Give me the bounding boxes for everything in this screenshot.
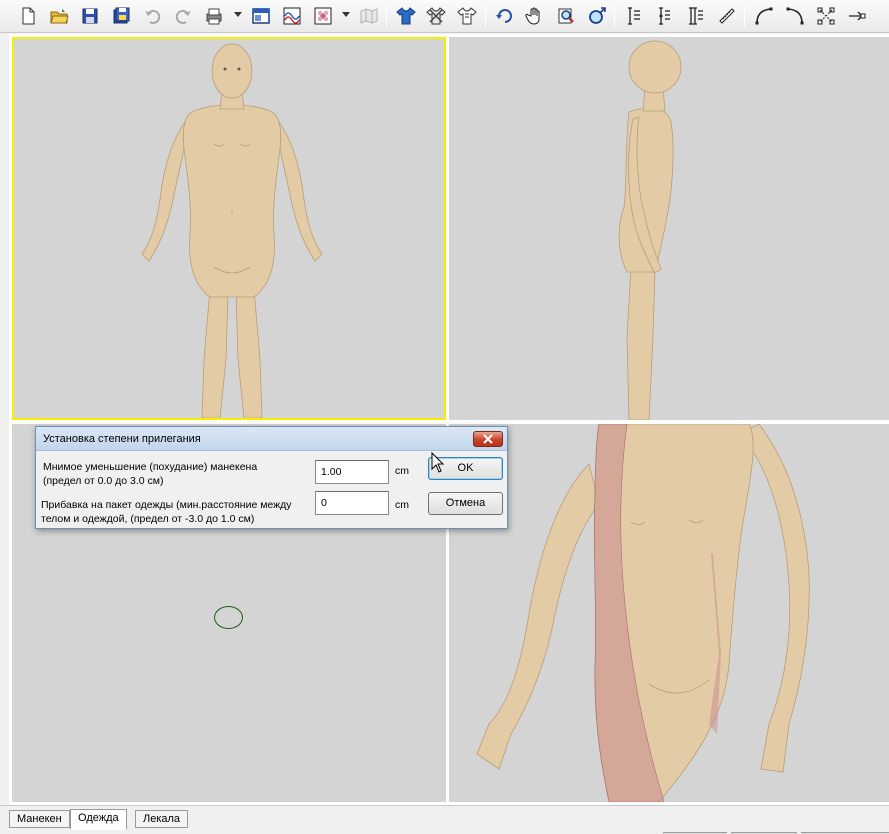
allowance-label: Прибавка на пакет одежды (мин.расстояние…	[41, 499, 292, 511]
print-dropdown-icon[interactable]	[234, 12, 242, 17]
single-view-icon[interactable]	[249, 4, 273, 28]
shirt-tools-icon[interactable]	[424, 4, 448, 28]
redo-icon[interactable]	[171, 4, 195, 28]
rotate-icon[interactable]	[493, 4, 517, 28]
mannequin-front-view	[141, 43, 323, 418]
curve-right-icon[interactable]	[783, 4, 807, 28]
tab-patterns[interactable]: Лекала	[135, 810, 189, 828]
points-icon[interactable]	[814, 4, 838, 28]
dialog-titlebar[interactable]: Установка степени прилегания	[36, 427, 507, 451]
viewport-front[interactable]	[12, 37, 446, 420]
print-icon[interactable]	[202, 4, 226, 28]
main-toolbar	[0, 0, 889, 33]
zoom-fit-icon[interactable]	[585, 4, 609, 28]
pattern-dropdown-icon[interactable]	[342, 12, 350, 17]
mouse-cursor-icon	[431, 452, 445, 473]
allowance-input[interactable]: 0	[315, 491, 389, 515]
texture-icon[interactable]	[280, 4, 304, 28]
cancel-button[interactable]: Отмена	[428, 492, 503, 515]
allowance-unit: cm	[395, 499, 409, 511]
new-document-icon[interactable]	[16, 4, 40, 28]
close-icon	[483, 434, 493, 444]
shrink-label: Мнимое уменьшение (похудание) манекена	[43, 461, 258, 473]
pin-point-icon[interactable]	[845, 4, 869, 28]
zoom-icon[interactable]	[554, 4, 578, 28]
mannequin-side-view	[618, 40, 682, 420]
shrink-input[interactable]: 1.00	[315, 460, 389, 484]
vertical-measure-3-icon[interactable]	[684, 4, 708, 28]
allowance-range-label: телом и одеждой, (предел от -3.0 до 1.0 …	[41, 513, 255, 525]
ruler-icon[interactable]	[715, 4, 739, 28]
pan-hand-icon[interactable]	[523, 4, 547, 28]
shirt-icon[interactable]	[394, 4, 418, 28]
curve-left-icon[interactable]	[752, 4, 776, 28]
save-all-icon[interactable]	[109, 4, 133, 28]
viewport-perspective[interactable]	[449, 424, 889, 802]
shirt-outline-icon[interactable]	[455, 4, 479, 28]
vertical-measure-icon[interactable]	[622, 4, 646, 28]
dialog-title: Установка степени прилегания	[43, 433, 201, 445]
viewport-side[interactable]	[449, 37, 889, 420]
tab-mannequin[interactable]: Манекен	[9, 810, 70, 828]
close-button[interactable]	[473, 431, 503, 447]
shrink-range-label: (предел от 0.0 до 3.0 см)	[43, 475, 164, 487]
tab-clothing[interactable]: Одежда	[70, 809, 127, 830]
fabric-pattern-icon[interactable]	[311, 4, 335, 28]
mannequin-top-outline	[214, 606, 243, 629]
map-icon[interactable]	[357, 4, 381, 28]
bottom-tabbar: Манекен Одежда Лекала	[0, 805, 889, 834]
fit-settings-dialog: Установка степени прилегания Мнимое умен…	[35, 426, 508, 529]
viewport-grid	[9, 34, 889, 805]
save-icon[interactable]	[78, 4, 102, 28]
undo-icon[interactable]	[141, 4, 165, 28]
open-folder-icon[interactable]	[47, 4, 71, 28]
shrink-unit: cm	[395, 465, 409, 477]
mannequin-perspective-view	[476, 424, 810, 802]
vertical-measure-2-icon[interactable]	[653, 4, 677, 28]
